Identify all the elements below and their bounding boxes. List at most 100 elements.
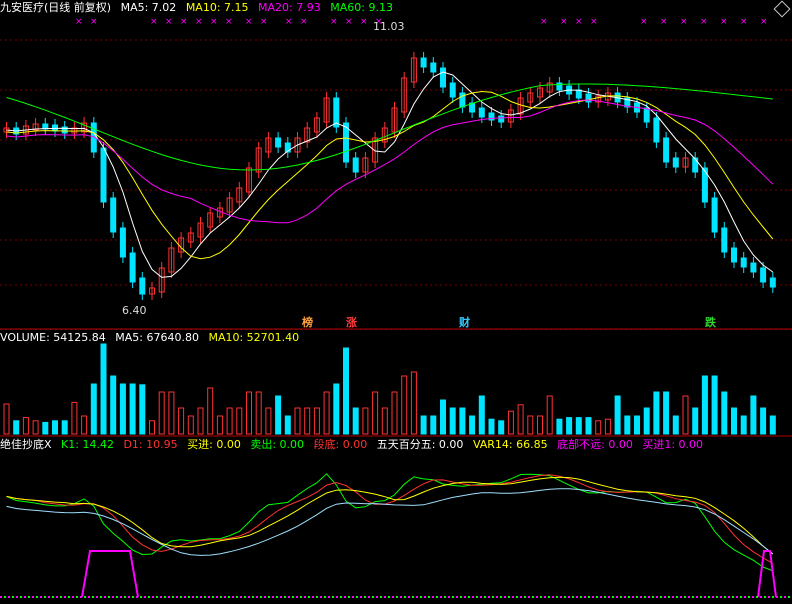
volume-bar bbox=[313, 407, 320, 435]
ma5-label: MA5: 7.02 bbox=[120, 1, 177, 14]
price-panel[interactable]: × × × × × × × × × × × × × × × × × × × × × × × × × × × 九安医疗(日线 前复权)… bbox=[0, 0, 792, 330]
baseline-dot bbox=[640, 596, 642, 598]
baseline-dot bbox=[364, 596, 366, 598]
volume-bar bbox=[498, 420, 505, 435]
volume-bar bbox=[711, 375, 718, 435]
price-chart[interactable]: × × × × × × × × × × × × × × × × × × × × × × × × × × × bbox=[0, 0, 792, 330]
indicator-chart[interactable] bbox=[0, 437, 792, 604]
baseline-dot bbox=[560, 596, 562, 598]
candle-body bbox=[100, 147, 107, 203]
volume-bar bbox=[178, 407, 185, 435]
baseline-dot bbox=[212, 596, 214, 598]
baseline-dot bbox=[236, 596, 238, 598]
volume-bar bbox=[168, 391, 175, 435]
price-legend: 九安医疗(日线 前复权) MA5: 7.02 MA10: 7.15 MA20: … bbox=[0, 0, 399, 16]
k1-label: K1: 14.42 bbox=[61, 438, 114, 451]
stock-title: 九安医疗(日线 前复权) bbox=[0, 1, 112, 14]
baseline-dot bbox=[44, 596, 46, 598]
candle-body bbox=[420, 57, 427, 68]
baseline-dot bbox=[16, 596, 18, 598]
volume-bar bbox=[372, 391, 379, 435]
baseline-dot bbox=[604, 596, 606, 598]
candle-body bbox=[129, 252, 136, 283]
baseline-dot bbox=[764, 596, 766, 598]
ma60-label: MA60: 9.13 bbox=[330, 1, 393, 14]
baseline-dot bbox=[652, 596, 654, 598]
baseline-dot bbox=[304, 596, 306, 598]
candle-body bbox=[721, 227, 728, 253]
signal-marker: × bbox=[210, 17, 218, 27]
signal-marker: × bbox=[560, 17, 568, 27]
volume-bar bbox=[304, 407, 311, 435]
baseline-dot bbox=[356, 596, 358, 598]
volume-bar bbox=[585, 417, 592, 435]
baseline-dot bbox=[432, 596, 434, 598]
ma10-label: MA10: 7.15 bbox=[185, 1, 249, 14]
candle-body bbox=[643, 107, 650, 123]
baseline-dot bbox=[388, 596, 390, 598]
baseline-dot bbox=[284, 596, 286, 598]
baseline-dot bbox=[248, 596, 250, 598]
baseline-dot bbox=[340, 596, 342, 598]
baseline-dot bbox=[84, 596, 86, 598]
volume-panel[interactable]: VOLUME: 54125.84 MA5: 67640.80 MA10: 527… bbox=[0, 330, 792, 437]
volume-bar bbox=[401, 375, 408, 435]
baseline-dot bbox=[92, 596, 94, 598]
baseline-dot bbox=[76, 596, 78, 598]
volume-bar bbox=[469, 415, 476, 435]
volume-bar bbox=[740, 415, 747, 435]
baseline-dot bbox=[216, 596, 218, 598]
candle-body bbox=[478, 107, 485, 118]
volume-bar bbox=[556, 418, 563, 435]
baseline-dot bbox=[504, 596, 506, 598]
signal-marker: × bbox=[90, 17, 98, 27]
volume-bar bbox=[488, 418, 495, 435]
signal-marker: × bbox=[225, 17, 233, 27]
signal-marker: × bbox=[640, 17, 648, 27]
buy1-label: 买进1: 0.00 bbox=[642, 438, 704, 451]
baseline-dot bbox=[300, 596, 302, 598]
baseline-dot bbox=[208, 596, 210, 598]
sell-label: 卖出: 0.00 bbox=[250, 438, 305, 451]
baseline-dot bbox=[312, 596, 314, 598]
baseline-dot bbox=[276, 596, 278, 598]
baseline-dot bbox=[196, 596, 198, 598]
baseline-dot bbox=[36, 596, 38, 598]
baseline-dot bbox=[116, 596, 118, 598]
baseline-dot bbox=[688, 596, 690, 598]
volume-bar bbox=[381, 407, 388, 435]
candle-body bbox=[769, 277, 776, 288]
baseline-dot bbox=[488, 596, 490, 598]
baseline-dot bbox=[376, 596, 378, 598]
baseline-dot bbox=[708, 596, 710, 598]
candle-body bbox=[430, 62, 437, 73]
indicator-panel[interactable]: 绝佳抄底X K1: 14.42 D1: 10.95 买进: 0.00 卖出: 0… bbox=[0, 437, 792, 604]
volume-bar bbox=[507, 410, 514, 435]
signal-marker: × bbox=[740, 17, 748, 27]
baseline-dot bbox=[496, 596, 498, 598]
baseline-dot bbox=[776, 596, 778, 598]
baseline-dot bbox=[668, 596, 670, 598]
volume-bar bbox=[3, 403, 10, 435]
baseline-dot bbox=[260, 596, 262, 598]
signal-marker: × bbox=[590, 17, 598, 27]
candle-body bbox=[498, 115, 505, 123]
volume-chart[interactable] bbox=[0, 330, 792, 437]
baseline-dot bbox=[672, 596, 674, 598]
signal-marker: × bbox=[575, 17, 583, 27]
volume-bar bbox=[478, 395, 485, 435]
baseline-dot bbox=[544, 596, 546, 598]
tag-bang: 榜 bbox=[302, 316, 313, 329]
volume-bar bbox=[61, 420, 68, 435]
baseline-dot bbox=[732, 596, 734, 598]
buy-label: 买进: 0.00 bbox=[187, 438, 241, 451]
baseline-dot bbox=[480, 596, 482, 598]
baseline-dot bbox=[240, 596, 242, 598]
baseline-dot bbox=[168, 596, 170, 598]
ma20-label: MA20: 7.93 bbox=[258, 1, 321, 14]
baseline-dot bbox=[184, 596, 186, 598]
baseline-dot bbox=[744, 596, 746, 598]
baseline-dot bbox=[556, 596, 558, 598]
baseline-dot bbox=[616, 596, 618, 598]
volume-bar bbox=[624, 415, 631, 435]
